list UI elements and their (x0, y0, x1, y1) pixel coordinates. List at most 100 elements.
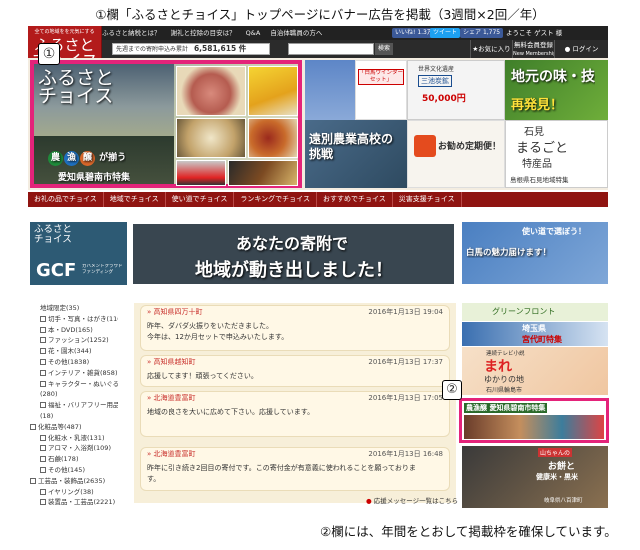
message-date: 2016年1月13日 16:48 (368, 450, 443, 458)
category-label: 装置品・工芸品(2221) (48, 498, 116, 507)
category-item[interactable]: 化粧品等(487) (30, 422, 118, 433)
category-label: イヤリング(38) (48, 487, 94, 496)
search-button[interactable]: 検索 (375, 43, 393, 55)
marker-2: ② (442, 380, 462, 400)
iwami-line3: 特産品 (522, 159, 552, 170)
category-item[interactable]: (18) (30, 411, 118, 422)
category-label: 化粧水・乳液(131) (48, 433, 105, 442)
category-checkbox[interactable] (40, 466, 46, 473)
side-green-front[interactable]: グリーンフロント (462, 303, 608, 321)
tile-iwami[interactable]: 石見 まるごと 特産品 島根県石見地域特集 (505, 120, 608, 188)
category-label: ファッション(1252) (48, 336, 109, 345)
nav-region[interactable]: 地域でチョイス (104, 192, 166, 207)
favorites-button[interactable]: ★お気に入り (470, 40, 512, 58)
message-card: » 北海道豊富町 2016年1月13日 17:05 地域の良さを大いに広めて下さい。… (140, 391, 450, 437)
nav-recommend[interactable]: おすすめでチョイス (317, 192, 393, 207)
category-item[interactable]: 花・園木(344) (30, 346, 118, 357)
category-checkbox[interactable] (40, 358, 46, 365)
share-button[interactable]: シェア 1,775 (460, 28, 504, 38)
category-checkbox[interactable] (30, 423, 36, 430)
login-button[interactable]: ● ログイン (554, 40, 608, 58)
footer-note: ②欄には、年間をとおして掲載枠を確保しています。 (320, 524, 617, 539)
food-photo-6 (228, 160, 298, 186)
school-title: 遠別農業高校の挑戦 (309, 132, 394, 161)
donation-impact-banner[interactable]: あなたの寄附で 地域が動き出しました！ (133, 224, 454, 284)
purpose-banner[interactable]: 使い道で選ぼう！ 白馬の魅力届けます！ (462, 222, 608, 284)
category-item[interactable]: 本・DVD(165) (30, 325, 118, 336)
category-checkbox[interactable] (40, 380, 46, 387)
topbar-link-about[interactable]: ふるさと納税とは？ (102, 29, 161, 37)
category-item[interactable]: 石鹸(178) (30, 454, 118, 465)
category-item[interactable]: (280) (30, 389, 118, 400)
tweet-button[interactable]: ツイート (430, 28, 461, 38)
side-mare[interactable]: 連続テレビ小説 まれ ゆかりの地 石川県輪島市 (462, 347, 608, 395)
topbar-link-officials[interactable]: 自治体職員の方へ (270, 29, 322, 37)
local-title: 地元の味・技 (511, 69, 595, 85)
iwami-line4: 島根県石見地域特集 (510, 176, 569, 184)
category-item[interactable]: アロマ・入浴剤(109) (30, 443, 118, 454)
category-item[interactable]: 地域限定(35) (30, 303, 118, 314)
message-text: 地域の良さを大いに広めて下さい。応援しています。 (147, 408, 315, 416)
category-checkbox[interactable] (40, 456, 46, 463)
tile-miike-coal[interactable]: 世界文化遺産 三池炭鉱 50,000円 (407, 60, 505, 120)
category-label: 石鹸(178) (48, 455, 79, 464)
category-list: 地域限定(35) 切手・写真・はがき(110) 本・DVD(165) ファッション(1… (30, 303, 118, 508)
category-checkbox[interactable] (40, 348, 46, 355)
category-checkbox[interactable] (40, 445, 46, 452)
side-hekinan-highlight[interactable]: 農漁醸 愛知県碧南市特集 (459, 398, 609, 443)
message-text: す。 (147, 475, 161, 483)
category-checkbox[interactable] (40, 488, 46, 495)
topbar-link-estimate[interactable]: 謝礼と控除の目安は？ (171, 29, 236, 37)
nav-gift[interactable]: お礼の品でチョイス (28, 192, 104, 207)
page-caption: ①欄「ふるさとチョイス」トップページにバナー広告を掲載（3週間×2回／年） (95, 7, 545, 22)
tile-regular-delivery[interactable]: お勧め定期便！ (407, 120, 505, 188)
message-text: 昨年に引き続き2回目の寄付です。この寄付金が有意義に使われることを願っておりま (147, 464, 416, 472)
message-text: 今年は、12か月セットで申込みいたします。 (147, 333, 289, 341)
category-checkbox[interactable] (40, 326, 46, 333)
main-banner-hekinan[interactable]: ふるさと チョイス 農漁醸 が揃う 愛知県碧南市特集 (30, 60, 302, 188)
tile-hakuba-photo[interactable] (305, 60, 355, 120)
category-item[interactable]: インテリア・雑貨(858) (30, 368, 118, 379)
register-button[interactable]: 無料会員登録 New Membership (512, 40, 554, 58)
category-checkbox[interactable] (30, 477, 36, 484)
donation-counter: 先週までの寄附申込み累計 6,581,615 件 (112, 43, 270, 55)
category-label: その他(1838) (48, 357, 90, 366)
category-item[interactable]: ファッション(1252) (30, 335, 118, 346)
category-label: アロマ・入浴剤(109) (48, 444, 111, 453)
category-item[interactable]: その他(1838) (30, 357, 118, 368)
topbar-link-qa[interactable]: Q&A (246, 29, 261, 37)
category-checkbox[interactable] (40, 434, 46, 441)
category-checkbox[interactable] (40, 337, 46, 344)
nav-ranking[interactable]: ランキングでチョイス (234, 192, 317, 207)
nav-purpose[interactable]: 使い道でチョイス (166, 192, 235, 207)
messages-more-link[interactable]: ● 応援メッセージ一覧はこちら (366, 495, 458, 505)
marker-1: ① (38, 43, 60, 65)
nav-disaster[interactable]: 災害支援チョイス (393, 192, 462, 207)
category-item[interactable]: 装置品・工芸品(2221) (30, 497, 118, 508)
tile-hakuba-text[interactable]: 「白馬ウインターセット」 (355, 60, 407, 120)
search-input[interactable] (288, 43, 374, 55)
category-item[interactable]: 福祉・バリアフリー用品 (30, 400, 118, 411)
category-item[interactable]: イヤリング(38) (30, 487, 118, 498)
guest-greeting: ようこそ ゲスト 様 (506, 29, 563, 37)
category-item[interactable]: 切手・写真・はがき(110) (30, 314, 118, 325)
side-saitama[interactable]: 埼玉県 宮代町特集 (462, 322, 608, 346)
gcf-logo: GCF (36, 260, 77, 281)
category-item[interactable]: キャラクター・ぬいぐるみ (30, 379, 118, 390)
category-checkbox[interactable] (40, 315, 46, 322)
category-item[interactable]: 工芸品・装飾品(2635) (30, 476, 118, 487)
side-omochi[interactable]: 山ちゃんの お餅と 健康米・黒米 岐阜県八百津町 (462, 446, 608, 508)
tile-local[interactable]: 地元の味・技 再発見！ (505, 60, 608, 120)
gcf-banner[interactable]: ふるさと チョイス GCF ガバメントクラウドファンディング (30, 222, 127, 285)
category-item[interactable]: その他(145) (30, 465, 118, 476)
category-checkbox[interactable] (40, 369, 46, 376)
purpose-line2: 白馬の魅力届けます！ (466, 248, 552, 258)
category-checkbox[interactable] (40, 402, 46, 409)
category-checkbox[interactable] (40, 499, 46, 506)
tile-enbetsu-school[interactable]: 遠別農業高校の挑戦 (305, 120, 407, 188)
logo-tagline: 全ての地域をを元気にする (34, 29, 95, 35)
category-label: (18) (40, 411, 54, 420)
category-item[interactable]: 化粧水・乳液(131) (30, 433, 118, 444)
message-card: » 北海道豊富町 2016年1月13日 16:48 昨年に引き続き2回目の寄付です。… (140, 447, 450, 491)
category-nav: お礼の品でチョイス 地域でチョイス 使い道でチョイス ランキングでチョイス おすすめでチ… (28, 192, 608, 207)
